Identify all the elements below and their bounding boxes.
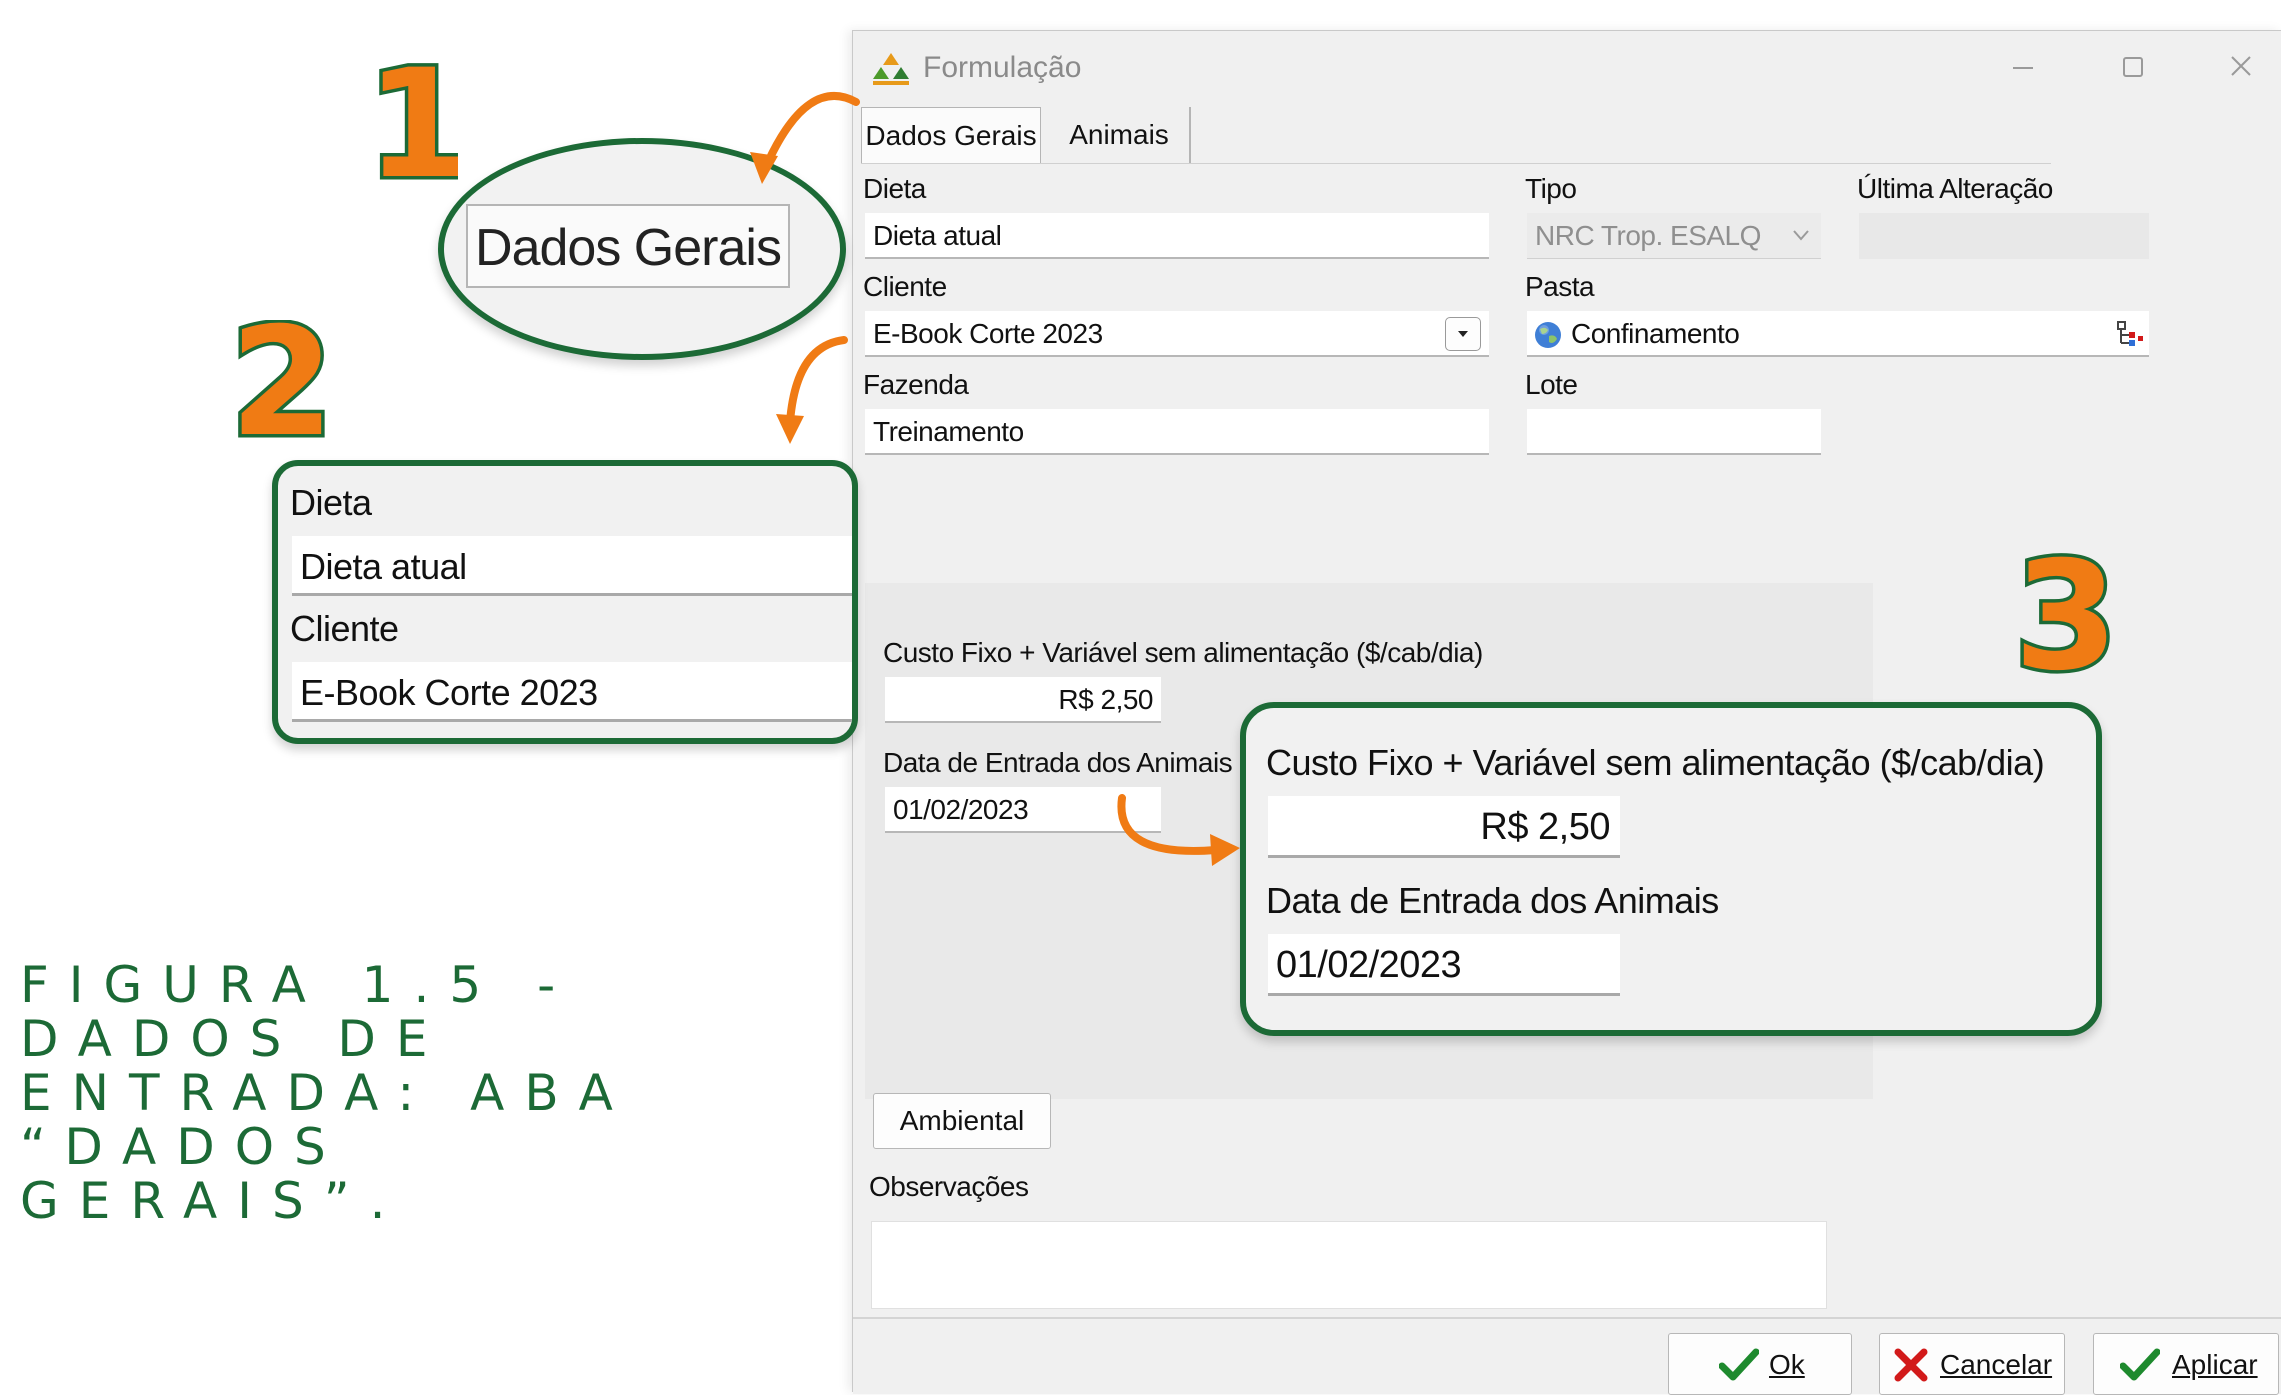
check-icon — [1719, 1348, 1759, 1381]
callout-1-tab-label: Dados Gerais — [475, 219, 782, 277]
lote-field[interactable] — [1527, 409, 1821, 455]
callout-3-box: Custo Fixo + Variável sem alimentação ($… — [1240, 702, 2102, 1036]
ok-button-label: Ok — [1769, 1349, 1805, 1380]
callout-3-custo-field: R$ 2,50 — [1268, 796, 1620, 858]
pasta-label: Pasta — [1525, 271, 1595, 302]
ok-button[interactable]: Ok — [1668, 1333, 1852, 1395]
step-number-1: 1 — [378, 60, 458, 188]
window-title: Formulação — [923, 51, 1082, 84]
tab-animais[interactable]: Animais — [1049, 107, 1191, 163]
close-icon — [2231, 56, 2251, 76]
pasta-field[interactable]: Confinamento — [1527, 311, 2149, 357]
minimize-icon — [2013, 67, 2033, 69]
callout-2-dieta-field: Dieta atual — [292, 536, 852, 596]
custo-field[interactable]: R$ 2,50 — [885, 677, 1161, 723]
maximize-icon — [2123, 57, 2143, 77]
callout-2-box: Dieta Dieta atual Cliente E-Book Corte 2… — [272, 460, 858, 744]
ultima-alteracao-field — [1859, 213, 2149, 259]
callout-2-dieta-value: Dieta atual — [300, 546, 467, 587]
folder-tree-icon[interactable] — [2115, 319, 2145, 349]
maximize-button[interactable] — [2103, 45, 2163, 89]
tab-dados-gerais-label: Dados Gerais — [865, 120, 1037, 151]
callout-2-cliente-field: E-Book Corte 2023 — [292, 662, 852, 722]
apply-button-label: Aplicar — [2172, 1349, 2258, 1380]
observacoes-label: Observações — [869, 1171, 1029, 1202]
custo-label: Custo Fixo + Variável sem alimentação ($… — [883, 637, 1483, 668]
data-entrada-value: 01/02/2023 — [893, 794, 1029, 825]
app-logo-icon — [873, 53, 909, 85]
data-entrada-label: Data de Entrada dos Animais — [883, 747, 1233, 778]
close-button[interactable] — [2211, 45, 2271, 89]
callout-2-cliente-label: Cliente — [290, 608, 399, 649]
tipo-select[interactable]: NRC Trop. ESALQ — [1527, 213, 1821, 259]
callout-2-cliente-value: E-Book Corte 2023 — [300, 672, 598, 713]
fazenda-field[interactable]: Treinamento — [865, 409, 1489, 455]
callout-3-data-label: Data de Entrada dos Animais — [1266, 880, 1719, 921]
dieta-field[interactable]: Dieta atual — [865, 213, 1489, 259]
pasta-value: Confinamento — [1571, 318, 1740, 349]
step-number-3: 3 — [2014, 550, 2118, 676]
custo-value: R$ 2,50 — [1058, 684, 1153, 715]
fazenda-value: Treinamento — [873, 416, 1024, 447]
chevron-down-icon — [1793, 230, 1809, 241]
check-icon — [2120, 1348, 2160, 1381]
fazenda-label: Fazenda — [863, 369, 969, 400]
title-bar: Formulação — [853, 31, 2281, 109]
dialog-footer: Ok Cancelar Aplicar — [853, 1317, 2281, 1395]
callout-3-custo-value: R$ 2,50 — [1480, 806, 1610, 848]
step-number-2: 2 — [230, 320, 334, 442]
step-number-1-text: 1 — [378, 60, 458, 188]
callout-3-data-field: 01/02/2023 — [1268, 934, 1620, 996]
tab-animais-label: Animais — [1069, 119, 1169, 150]
figure-caption: FIGURA 1.5 - DADOS DE ENTRADA: ABA “DADO… — [20, 956, 633, 1230]
callout-1-tab: Dados Gerais — [466, 204, 790, 288]
callout-3-custo-label: Custo Fixo + Variável sem alimentação ($… — [1266, 742, 2045, 783]
observacoes-textarea[interactable] — [871, 1221, 1827, 1309]
callout-3-data-value: 01/02/2023 — [1276, 944, 1462, 986]
cancel-button[interactable]: Cancelar — [1879, 1333, 2065, 1395]
tipo-value: NRC Trop. ESALQ — [1535, 220, 1761, 251]
minimize-button[interactable] — [1993, 45, 2053, 89]
arrow-icon — [750, 92, 860, 184]
dieta-value: Dieta atual — [873, 220, 1002, 251]
cliente-value: E-Book Corte 2023 — [873, 318, 1103, 349]
dieta-label: Dieta — [863, 173, 926, 204]
lote-label: Lote — [1525, 369, 1578, 400]
arrow-icon — [776, 336, 848, 444]
ambiental-button-label: Ambiental — [899, 1105, 1025, 1136]
tab-divider — [861, 163, 2051, 164]
globe-icon — [1535, 322, 1561, 348]
arrow-icon — [1117, 794, 1240, 866]
tab-dados-gerais[interactable]: Dados Gerais — [861, 107, 1041, 164]
cliente-label: Cliente — [863, 271, 947, 302]
cancel-button-label: Cancelar — [1940, 1349, 2053, 1380]
cliente-select[interactable]: E-Book Corte 2023 — [865, 311, 1489, 357]
tipo-label: Tipo — [1525, 173, 1577, 204]
step-number-3-text: 3 — [2014, 550, 2118, 676]
ambiental-button[interactable]: Ambiental — [873, 1093, 1051, 1149]
x-icon — [1894, 1348, 1928, 1382]
ultima-alteracao-label: Última Alteração — [1857, 173, 2053, 204]
chevron-down-icon — [1458, 331, 1468, 337]
apply-button[interactable]: Aplicar — [2093, 1333, 2279, 1395]
cliente-dropdown-button[interactable] — [1445, 317, 1481, 351]
step-number-2-text: 2 — [230, 320, 334, 442]
callout-2-dieta-label: Dieta — [290, 482, 372, 523]
